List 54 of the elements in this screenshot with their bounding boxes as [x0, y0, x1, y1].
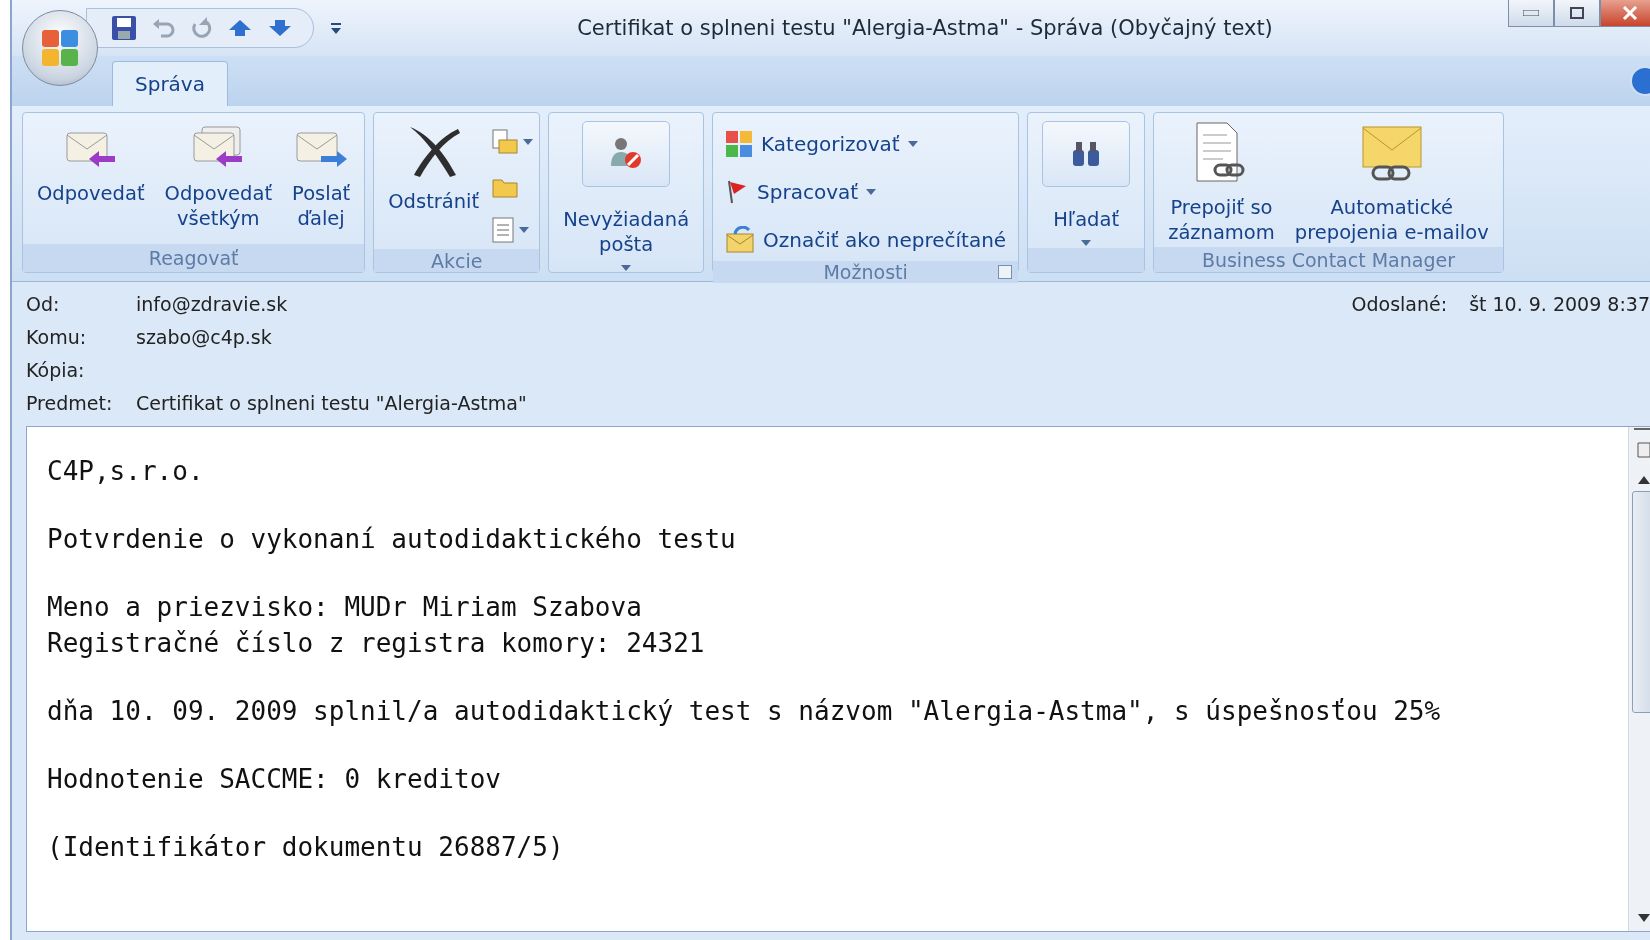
ribbon-button[interactable]: Hľadať [1034, 119, 1139, 248]
ribbon-button[interactable]: Prepojiť so záznamom [1160, 119, 1283, 247]
ribbon-button[interactable]: Spracovať [719, 171, 1013, 213]
scroll-up-icon[interactable] [1637, 475, 1650, 485]
body-text: C4P,s.r.o. [47, 455, 205, 488]
ribbon-button[interactable]: Nevyžiadaná pošta [555, 119, 698, 273]
scroll-down-icon[interactable] [1637, 913, 1650, 923]
body-text: Hodnotenie SACCME: 0 kreditov [47, 763, 502, 796]
arrow-up-icon[interactable] [227, 18, 253, 38]
header-label: Kópia: [26, 358, 86, 383]
dialog-launcher-icon[interactable] [998, 265, 1013, 279]
group-label: Reagovať [23, 244, 365, 272]
header-label: Predmet: [26, 391, 114, 416]
save-icon[interactable] [111, 15, 137, 41]
scrollbar[interactable] [1628, 427, 1650, 931]
scroll-thumb[interactable] [1632, 491, 1650, 713]
ribbon-button[interactable]: Odpovedať všetkým [156, 119, 281, 233]
folder-document-icon [491, 128, 520, 156]
ribbon-button[interactable]: Odstrániť [380, 119, 488, 216]
maximize-icon [1570, 7, 1584, 19]
body-text: Meno a priezvisko: MUDr Miriam Szabova [47, 591, 643, 624]
group-label: Akcie [374, 249, 540, 272]
undo-icon[interactable] [151, 16, 175, 40]
minimize-icon [1523, 10, 1539, 16]
body-text: Potvrdenie o vykonaní autodidaktického testu [47, 523, 737, 556]
header-label: Komu: [26, 325, 88, 350]
header-value: info@zdravie.sk [136, 292, 289, 317]
ribbon-button[interactable]: Automatické prepojenia e-mailov [1286, 119, 1497, 247]
document-list-icon [491, 216, 516, 244]
ribbon-button[interactable]: Označiť ako neprečítané [719, 219, 1013, 261]
color-squares-icon [725, 130, 754, 158]
group-label: Možnosti [713, 261, 1019, 283]
arrow-down-icon[interactable] [267, 18, 293, 38]
group-label: Business Contact Manager [1154, 247, 1503, 272]
ribbon-button[interactable]: Poslať ďalej [284, 119, 359, 233]
redo-icon[interactable] [189, 16, 213, 40]
body-text: Registračné číslo z registra komory: 24321 [47, 627, 706, 660]
sent-value: št 10. 9. 2009 8:37 [1469, 292, 1650, 317]
sent-label: Odoslané: [1351, 292, 1448, 317]
window-title: Certifikat o splneni testu "Alergia-Astma" - Správa (Obyčajný text) [576, 16, 1274, 40]
body-text: dňa 10. 09. 2009 splnil/a autodidaktický test s názvom "Alergia-Astma", s úspešnosťou 25% [47, 695, 1442, 728]
close-icon [1622, 6, 1638, 20]
envelope-icon [725, 226, 756, 254]
ribbon-button[interactable]: Kategorizovať [719, 123, 1013, 165]
close-button[interactable] [1600, 0, 1650, 27]
header-label: Od: [26, 292, 61, 317]
header-value: Certifikat o splneni testu "Alergia-Astma" [136, 391, 528, 416]
body-text: (Identifikátor dokumentu 26887/5) [47, 831, 565, 864]
ribbon-tab[interactable]: Správa [112, 61, 228, 106]
ribbon-button[interactable]: Odpovedať [29, 119, 153, 208]
header-value: szabo@c4p.sk [136, 325, 273, 350]
office-logo-icon [40, 28, 80, 68]
customize-menu-icon[interactable] [330, 21, 342, 35]
maximize-button[interactable] [1554, 0, 1600, 27]
